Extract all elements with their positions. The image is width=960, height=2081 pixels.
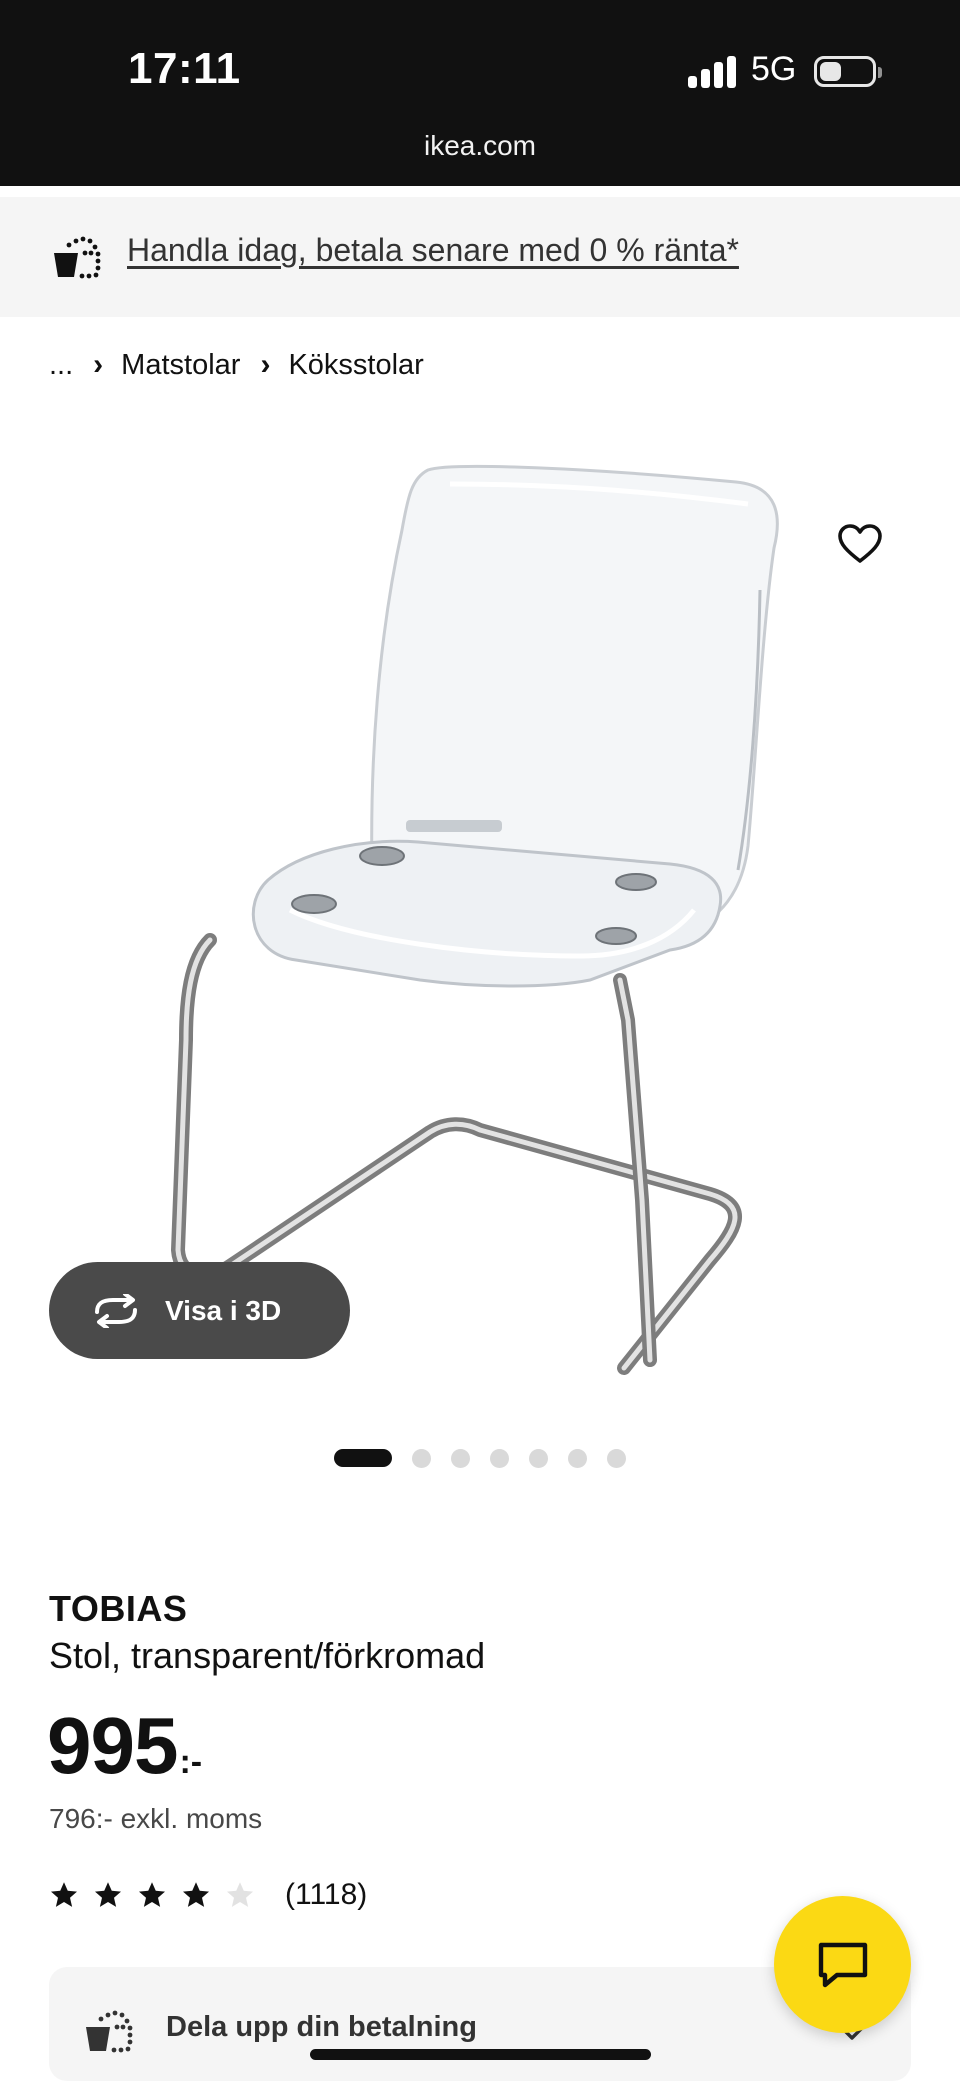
breadcrumb-chevron-icon: › <box>93 348 104 381</box>
image-carousel-dots <box>334 1448 646 1468</box>
battery-icon <box>814 56 882 87</box>
favorite-button[interactable] <box>832 516 888 572</box>
star-filled-icon <box>183 1882 209 1907</box>
heart-outline-icon <box>838 524 882 563</box>
chat-bubble-icon <box>818 1942 867 1987</box>
review-count[interactable]: (1118) <box>285 1878 367 1912</box>
price-excluding-vat: 796:- exkl. moms <box>49 1803 263 1834</box>
split-payment-label: Dela upp din betalning <box>166 2011 477 2043</box>
carousel-dot-2[interactable] <box>412 1448 431 1468</box>
status-time: 17:11 <box>128 44 241 93</box>
promo-banner: Handla idag, betala senare med 0 % ränta… <box>0 197 960 317</box>
network-type: 5G <box>751 50 797 88</box>
home-indicator[interactable] <box>310 2049 651 2060</box>
breadcrumb: ... › Matstolar › Köksstolar <box>49 348 424 382</box>
carousel-dot-3[interactable] <box>451 1448 470 1468</box>
breadcrumb-chevron-icon: › <box>260 348 271 381</box>
breadcrumb-item-koksstolar[interactable]: Köksstolar <box>288 349 423 382</box>
browser-status-bar: 17:11 5G ikea.com <box>0 0 960 186</box>
carousel-dot-7[interactable] <box>607 1448 626 1468</box>
product-rating[interactable]: (1118) <box>49 1878 367 1912</box>
star-filled-icon <box>139 1882 165 1907</box>
star-empty-icon <box>227 1882 253 1907</box>
carousel-dot-4[interactable] <box>490 1448 509 1468</box>
price-amount: 995 <box>47 1701 178 1790</box>
breadcrumb-item-matstolar[interactable]: Matstolar <box>121 349 240 382</box>
price-currency-suffix: :- <box>179 1743 203 1781</box>
breadcrumb-ellipsis[interactable]: ... <box>49 349 73 382</box>
carousel-dot-5[interactable] <box>529 1448 548 1468</box>
product-image-chair[interactable] <box>150 440 810 1400</box>
product-name: TOBIAS <box>49 1588 188 1629</box>
carousel-dot-6[interactable] <box>568 1448 587 1468</box>
carousel-dot-1[interactable] <box>334 1449 392 1467</box>
pay-later-basket-icon <box>86 2010 133 2053</box>
pay-later-basket-icon <box>54 236 101 279</box>
chat-button[interactable] <box>774 1896 911 2033</box>
product-price: 995 :- <box>47 1700 202 1792</box>
star-filled-icon <box>95 1882 121 1907</box>
signal-strength-icon <box>688 56 736 88</box>
view-in-3d-button[interactable]: Visa i 3D <box>49 1262 350 1359</box>
product-description: Stol, transparent/förkromad <box>49 1635 486 1676</box>
star-filled-icon <box>51 1882 77 1907</box>
pay-later-promo-link[interactable]: Handla idag, betala senare med 0 % ränta… <box>127 232 739 269</box>
rotate-3d-icon <box>95 1293 137 1328</box>
address-bar-url[interactable]: ikea.com <box>0 130 960 162</box>
view-in-3d-label: Visa i 3D <box>165 1294 282 1326</box>
